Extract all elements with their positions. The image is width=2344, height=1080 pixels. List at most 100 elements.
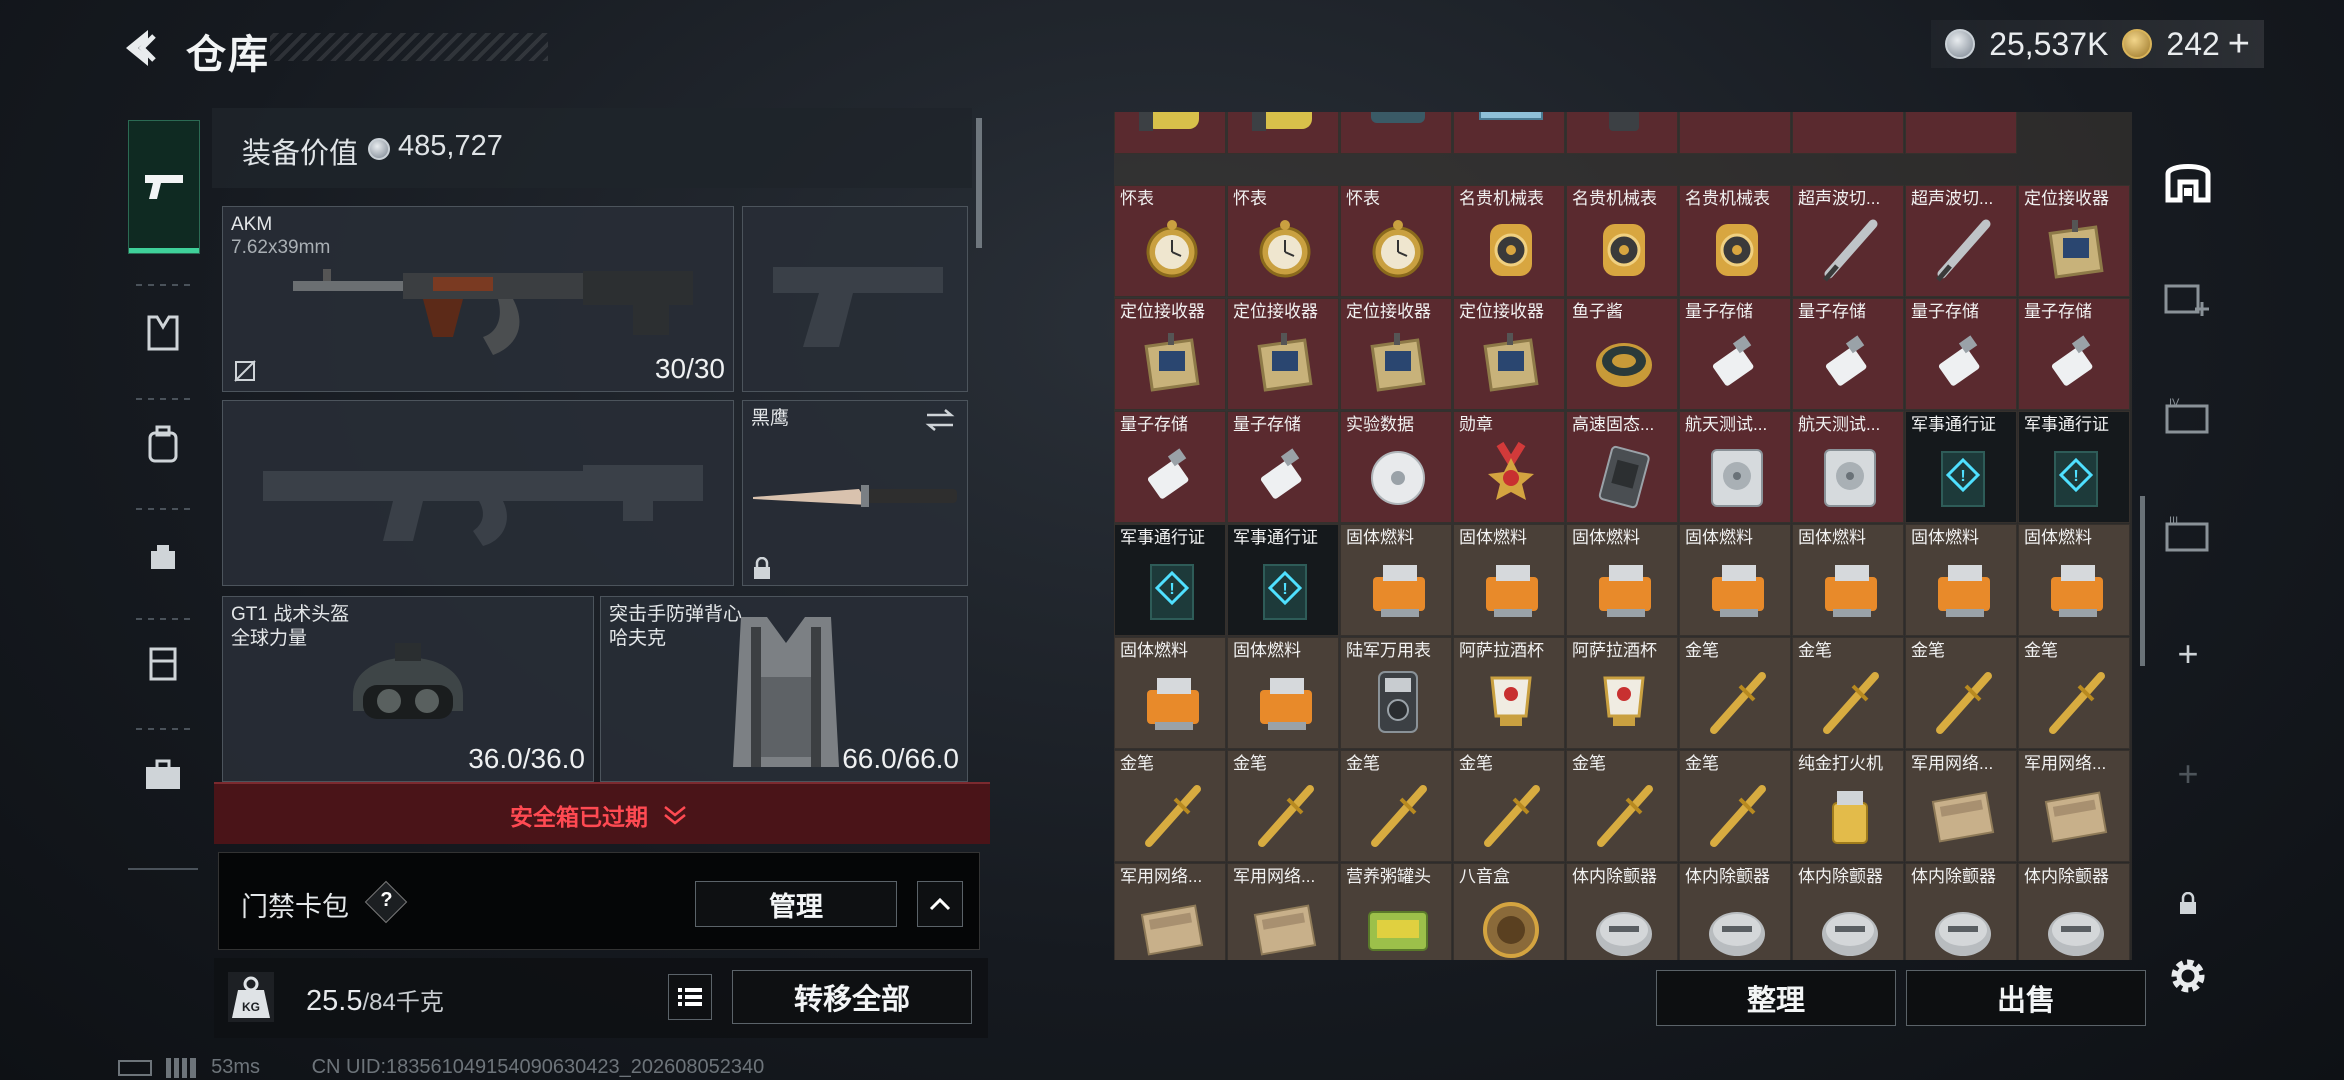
swap-icon[interactable] [923, 407, 957, 433]
stash-item[interactable]: 高速固态... [1566, 411, 1678, 523]
pistol-slot[interactable] [742, 206, 968, 392]
stash-item[interactable]: 超声波切... [1792, 185, 1904, 297]
stash-item[interactable]: 军事通行证! [2018, 411, 2130, 523]
stash-item[interactable]: 固体燃料 [1453, 524, 1565, 636]
sort-button[interactable]: 整理 [1656, 970, 1896, 1026]
nav-case-tab[interactable] [128, 740, 198, 810]
stash-item[interactable]: 航天测试... [1679, 411, 1791, 523]
stash-item[interactable]: 定位接收器 [1227, 298, 1339, 410]
stash-item[interactable]: 阿萨拉酒杯 [1566, 637, 1678, 749]
stash-item[interactable] [1114, 112, 1226, 154]
stash-item[interactable]: 鱼子酱 [1566, 298, 1678, 410]
stash-item[interactable]: 营养粥罐头 [1340, 863, 1452, 960]
stash-item[interactable]: 定位接收器 [1114, 298, 1226, 410]
stash-item[interactable]: 实验数据 [1340, 411, 1452, 523]
stash-item[interactable]: 航天测试... [1792, 411, 1904, 523]
stash-item[interactable]: 量子存储 [1679, 298, 1791, 410]
primary-weapon-slot[interactable]: AKM 7.62x39mm 30/30 [222, 206, 734, 392]
stash-item[interactable]: 勋章 [1453, 411, 1565, 523]
stash-item[interactable] [1905, 112, 2017, 154]
stash-item[interactable]: 固体燃料 [2018, 524, 2130, 636]
stash-item[interactable]: 金笔 [2018, 637, 2130, 749]
stash-item[interactable]: 军事通行证! [1227, 524, 1339, 636]
stash-item[interactable]: 固体燃料 [1905, 524, 2017, 636]
stash-tab-3[interactable]: III [2160, 506, 2216, 562]
secondary-weapon-slot[interactable] [222, 400, 734, 586]
list-view-button[interactable] [668, 974, 712, 1020]
stash-item[interactable]: 金笔 [1453, 750, 1565, 862]
settings-button[interactable] [2160, 948, 2216, 1004]
stash-item[interactable]: 金笔 [1679, 637, 1791, 749]
helmet-slot[interactable]: GT1 战术头盔 全球力量 36.0/36.0 [222, 596, 594, 782]
nav-weapon-tab[interactable] [128, 120, 200, 254]
stash-item[interactable]: 军用网络... [1227, 863, 1339, 960]
stash-item[interactable]: 名贵机械表 [1453, 185, 1565, 297]
stash-item[interactable]: 量子存储 [1227, 411, 1339, 523]
stash-item[interactable]: 军用网络... [2018, 750, 2130, 862]
nav-backpack-tab[interactable] [128, 410, 198, 480]
stash-item[interactable]: 陆军万用表 [1340, 637, 1452, 749]
equipment-scrollbar[interactable] [976, 118, 982, 248]
stash-item[interactable] [1453, 112, 1565, 154]
stash-item[interactable]: 超声波切... [1905, 185, 2017, 297]
stash-item[interactable]: 金笔 [1340, 750, 1452, 862]
stash-item[interactable]: 固体燃料 [1792, 524, 1904, 636]
stash-item[interactable]: 金笔 [1679, 750, 1791, 862]
stash-item[interactable]: 阿萨拉酒杯 [1453, 637, 1565, 749]
nav-chest-rig-tab[interactable] [128, 628, 198, 698]
stash-item[interactable]: 纯金打火机 [1792, 750, 1904, 862]
manage-button[interactable]: 管理 [695, 881, 897, 927]
collapse-button[interactable] [917, 881, 963, 927]
stash-item[interactable]: 定位接收器 [2018, 185, 2130, 297]
stash-tab-add-1[interactable] [2160, 270, 2216, 326]
stash-item[interactable]: 金笔 [1566, 750, 1678, 862]
stash-item[interactable] [1340, 112, 1452, 154]
nav-helmet-tab[interactable] [128, 520, 198, 590]
stash-item[interactable]: 怀表 [1227, 185, 1339, 297]
stash-item[interactable]: 名贵机械表 [1679, 185, 1791, 297]
stash-item[interactable]: 固体燃料 [1679, 524, 1791, 636]
stash-item[interactable]: 体内除颤器 [1679, 863, 1791, 960]
stash-item[interactable] [1679, 112, 1791, 154]
stash-item[interactable]: 怀表 [1340, 185, 1452, 297]
stash-item[interactable]: 量子存储 [1114, 411, 1226, 523]
safebox-expired-banner[interactable]: 安全箱已过期 [214, 782, 990, 844]
back-arrow-icon[interactable] [118, 26, 162, 70]
stash-item[interactable]: 固体燃料 [1227, 637, 1339, 749]
stash-item[interactable]: 八音盒 [1453, 863, 1565, 960]
stash-item[interactable]: 固体燃料 [1114, 637, 1226, 749]
stash-item[interactable]: 体内除颤器 [1905, 863, 2017, 960]
stash-item[interactable] [1792, 112, 1904, 154]
stash-item[interactable]: 军用网络... [1905, 750, 2017, 862]
stash-item[interactable]: 量子存储 [1905, 298, 2017, 410]
stash-item[interactable]: 体内除颤器 [1566, 863, 1678, 960]
stash-item[interactable]: 名贵机械表 [1566, 185, 1678, 297]
stash-item[interactable] [1227, 112, 1339, 154]
stash-item[interactable] [1566, 112, 1678, 154]
stash-item[interactable]: 量子存储 [2018, 298, 2130, 410]
stash-item[interactable]: 金笔 [1905, 637, 2017, 749]
nav-vest-tab[interactable] [128, 298, 198, 368]
stash-item[interactable]: 体内除颤器 [1792, 863, 1904, 960]
transfer-all-button[interactable]: 转移全部 [732, 970, 972, 1024]
stash-item[interactable]: 体内除颤器 [2018, 863, 2130, 960]
stash-item[interactable]: 固体燃料 [1566, 524, 1678, 636]
help-icon[interactable]: ? [364, 880, 408, 924]
stash-item[interactable]: 军事通行证! [1905, 411, 2017, 523]
sell-button[interactable]: 出售 [1906, 970, 2146, 1026]
stash-item[interactable]: 定位接收器 [1453, 298, 1565, 410]
stash-scrollbar[interactable] [2140, 496, 2145, 666]
armor-slot[interactable]: 突击手防弹背心 哈夫克 66.0/66.0 [600, 596, 968, 782]
stash-item[interactable]: 怀表 [1114, 185, 1226, 297]
stash-tab-main[interactable] [2160, 152, 2216, 208]
stash-item[interactable]: 金笔 [1227, 750, 1339, 862]
stash-item[interactable]: 金笔 [1792, 637, 1904, 749]
add-stash-button[interactable]: + [2160, 626, 2216, 682]
stash-tab-4[interactable]: IV [2160, 388, 2216, 444]
stash-item[interactable]: 金笔 [1114, 750, 1226, 862]
stash-item[interactable]: 量子存储 [1792, 298, 1904, 410]
stash-item[interactable]: 固体燃料 [1340, 524, 1452, 636]
stash-item[interactable]: 军用网络... [1114, 863, 1226, 960]
melee-slot[interactable]: 黑鹰 [742, 400, 968, 586]
stash-item[interactable]: 军事通行证! [1114, 524, 1226, 636]
